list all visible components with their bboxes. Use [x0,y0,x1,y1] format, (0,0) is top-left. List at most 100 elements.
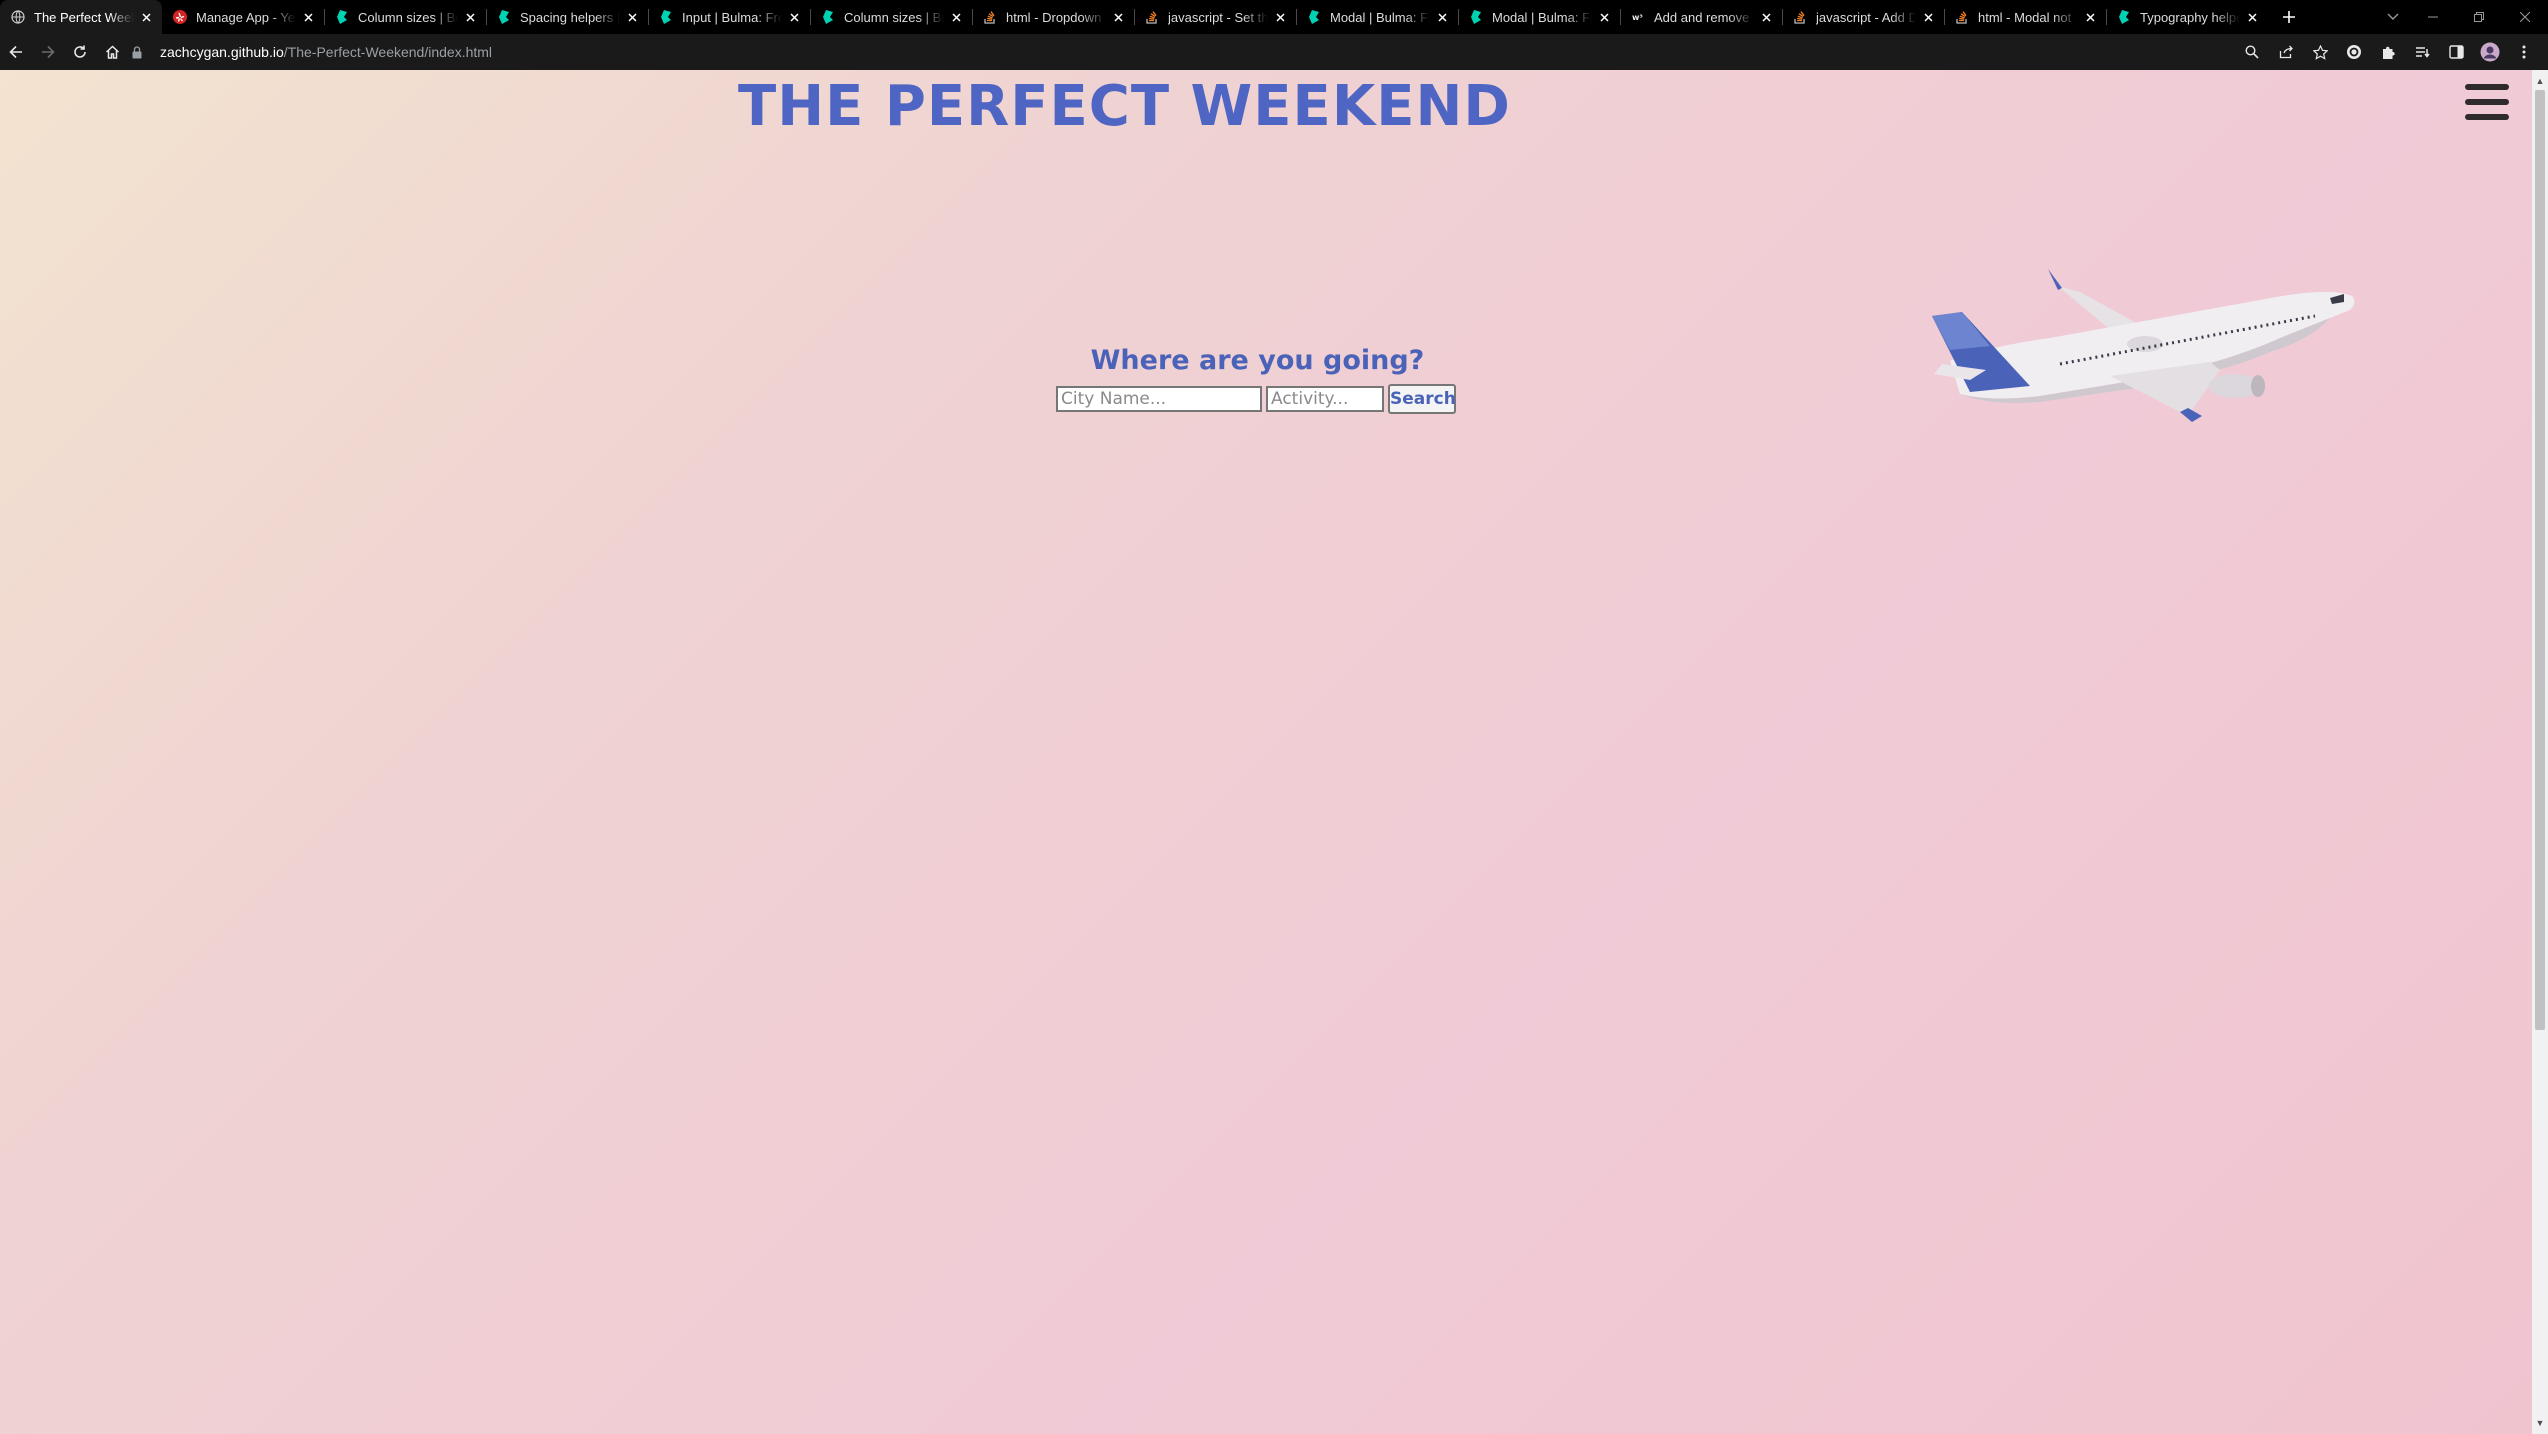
home-icon [105,45,119,59]
close-tab-icon[interactable] [1272,9,1288,25]
hamburger-line [2465,114,2509,120]
close-tab-icon[interactable] [624,9,640,25]
close-tab-icon[interactable] [138,9,154,25]
hamburger-menu-button[interactable] [2465,80,2509,124]
page-viewport: THE PERFECT WEEKEND Where are you going? [0,70,2548,1434]
search-form: Search [1056,384,1456,414]
back-arrow-icon [9,45,22,59]
browser-menu-button[interactable] [2508,36,2540,68]
grammarly-icon [2347,45,2361,59]
minimize-icon [2428,16,2438,18]
lock-icon[interactable] [128,43,146,61]
close-tab-icon[interactable] [1434,9,1450,25]
zoom-icon [2245,45,2259,59]
list-icon [2415,46,2430,58]
close-tab-icon[interactable] [1920,9,1936,25]
tab-title: Manage App - Yelp [196,9,296,25]
browser-tab[interactable]: Spacing helpers | E [486,0,648,34]
tabs-container: The Perfect Weeke Manage App - Yelp Column… [0,0,2268,34]
tab-title: javascript - Add D [1816,9,1916,25]
tab-title: Input | Bulma: Free [682,9,782,25]
restore-button[interactable] [2456,0,2502,34]
avatar-icon [2480,42,2500,62]
side-panel-button[interactable] [2440,36,2472,68]
tab-title: Modal | Bulma: Fre [1330,9,1430,25]
browser-tab[interactable]: The Perfect Weeke [0,0,162,34]
bulma-icon [820,9,836,25]
browser-tab[interactable]: javascript - Add D [1782,0,1944,34]
browser-tab[interactable]: javascript - Set the [1134,0,1296,34]
bulma-icon [1468,9,1484,25]
window-controls [2410,0,2548,34]
browser-tab[interactable]: w³ Add and remove c [1620,0,1782,34]
back-button[interactable] [0,36,32,68]
vertical-scrollbar[interactable]: ▲ ▼ [2532,70,2548,1434]
tab-title: Spacing helpers | E [520,9,620,25]
bulma-icon [1306,9,1322,25]
page-title: THE PERFECT WEEKEND [738,74,1511,139]
plus-icon [2283,11,2295,23]
extension-grammarly-button[interactable] [2338,36,2370,68]
side-panel-icon [2448,45,2464,59]
new-tab-button[interactable] [2272,0,2306,34]
browser-tab[interactable]: Input | Bulma: Free [648,0,810,34]
close-tab-icon[interactable] [948,9,964,25]
bulma-icon [2116,9,2132,25]
tab-search-button[interactable] [2376,0,2410,34]
tab-title: javascript - Set the [1168,9,1268,25]
svg-text:w³: w³ [1632,13,1643,22]
reload-icon [74,45,86,58]
home-button[interactable] [96,36,128,68]
chevron-down-icon [2387,13,2399,20]
kebab-menu-icon [2522,45,2526,59]
browser-tab[interactable]: Manage App - Yelp [162,0,324,34]
browser-tab[interactable]: Column sizes | Bul [324,0,486,34]
share-button[interactable] [2270,36,2302,68]
zoom-button[interactable] [2236,36,2268,68]
browser-tab[interactable]: Typography helpe [2106,0,2268,34]
reading-list-button[interactable] [2406,36,2438,68]
address-bar[interactable]: zachcygan.github.io/The-Perfect-Weekend/… [128,37,2228,67]
extensions-button[interactable] [2372,36,2404,68]
tab-title: Column sizes | Bul [844,9,944,25]
browser-tab[interactable]: html - Dropdown [972,0,1134,34]
puzzle-icon [2382,46,2395,59]
browser-tab[interactable]: Column sizes | Bul [810,0,972,34]
close-tab-icon[interactable] [1110,9,1126,25]
stackoverflow-icon [1954,9,1970,25]
scroll-up-arrow-icon[interactable]: ▲ [2532,74,2548,88]
close-tab-icon[interactable] [786,9,802,25]
bulma-icon [496,9,512,25]
minimize-button[interactable] [2410,0,2456,34]
scrollbar-thumb[interactable] [2535,90,2545,1030]
close-tab-icon[interactable] [462,9,478,25]
browser-tab[interactable]: html - Modal not [1944,0,2106,34]
profile-button[interactable] [2474,36,2506,68]
tab-strip: The Perfect Weeke Manage App - Yelp Column… [0,0,2548,34]
close-tab-icon[interactable] [1596,9,1612,25]
forward-button[interactable] [32,36,64,68]
stackoverflow-icon [1792,9,1808,25]
close-tab-icon[interactable] [1758,9,1774,25]
star-icon [2312,44,2328,60]
stackoverflow-icon [1144,9,1160,25]
close-tab-icon[interactable] [2244,9,2260,25]
close-tab-icon[interactable] [2082,9,2098,25]
tab-title: Modal | Bulma: Fre [1492,9,1592,25]
browser-tab[interactable]: Modal | Bulma: Fre [1458,0,1620,34]
url-path: /The-Perfect-Weekend/index.html [283,44,493,60]
scroll-down-arrow-icon[interactable]: ▼ [2532,1416,2548,1430]
activity-input[interactable] [1266,386,1384,412]
close-window-button[interactable] [2502,0,2548,34]
browser-tab[interactable]: Modal | Bulma: Fre [1296,0,1458,34]
close-tab-icon[interactable] [300,9,316,25]
bookmark-button[interactable] [2304,36,2336,68]
tab-title: html - Dropdown [1006,9,1102,25]
airplane-icon [1932,269,2355,422]
city-name-input[interactable] [1056,386,1262,412]
search-button[interactable]: Search [1388,384,1456,414]
tab-title: Typography helpe [2140,9,2240,25]
reload-button[interactable] [64,36,96,68]
yelp-icon [172,9,188,25]
tab-title: html - Modal not [1978,9,2072,25]
